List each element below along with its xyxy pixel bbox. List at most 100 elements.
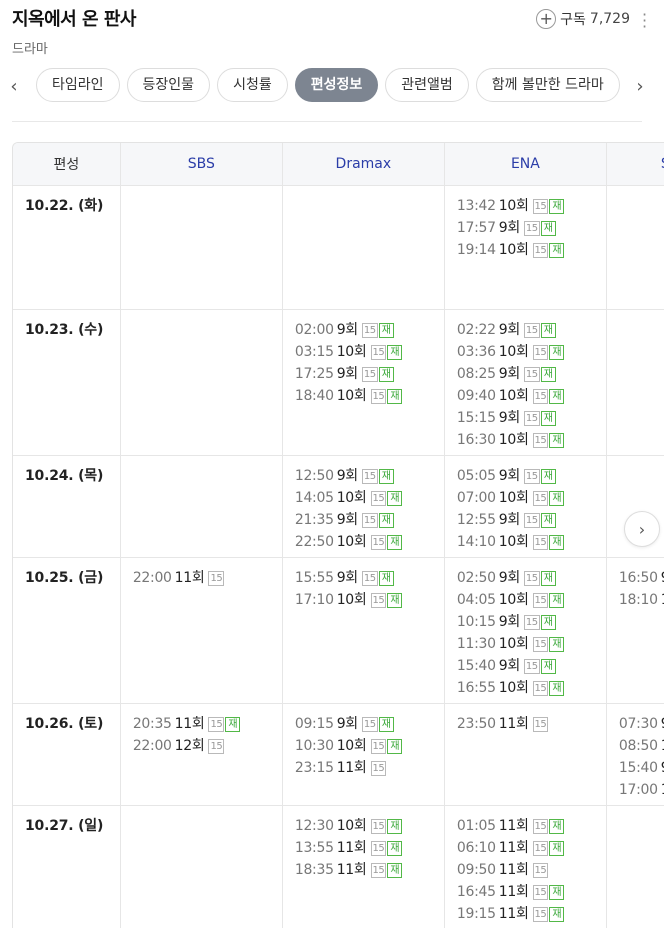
air-time: 19:14 [456, 241, 496, 258]
broadcast-entry: 12:55 9회 15 재 [457, 510, 606, 532]
broadcast-entry: 08:5010회15 [619, 736, 664, 758]
rerun-badge: 재 [225, 716, 241, 732]
date-column-header: 편성 [13, 143, 121, 186]
broadcast-entry: 09:15 9회 15 재 [295, 714, 444, 736]
schedule-cell [120, 455, 283, 558]
episode-number: 9회 [498, 365, 520, 382]
air-time: 01:05 [456, 817, 496, 834]
schedule-cell: 12:50 9회 15 재 14:05 10회 15 재 21:35 9회 15 재 22:50 10회 1… [282, 455, 445, 558]
episode-number: 9회 [336, 467, 358, 484]
air-time: 06:10 [456, 839, 496, 856]
tab-list: 타임라인 등장인물 시청률 편성정보 관련앨범 함께 볼만한 드라마 [36, 68, 628, 104]
age-rating-badge: 15 [532, 490, 549, 506]
tab-item[interactable]: 등장인물 [126, 68, 211, 102]
table-header-row: 편성 SBSDramaxENASBS F!L [13, 143, 664, 186]
rerun-badge: 재 [387, 534, 403, 550]
schedule-cell: 16:509회1518:1010회15 [606, 557, 664, 704]
tab-item[interactable]: 관련앨범 [385, 68, 469, 102]
episode-number: 10회 [336, 533, 367, 550]
genre-label: 드라마 [12, 42, 48, 57]
episode-number: 9회 [498, 467, 520, 484]
air-time: 13:42 [456, 197, 496, 214]
age-rating-badge: 15 [523, 512, 540, 528]
rerun-badge: 재 [540, 322, 556, 338]
episode-number: 9회 [498, 613, 520, 630]
age-rating-badge: 15 [370, 738, 387, 754]
air-time: 16:55 [456, 679, 496, 696]
chevron-right-icon[interactable]: › [630, 76, 650, 97]
rerun-badge: 재 [549, 344, 565, 360]
rerun-badge: 재 [540, 468, 556, 484]
air-time: 16:50 [618, 569, 658, 586]
air-time: 12:30 [294, 817, 334, 834]
age-rating-badge: 15 [532, 344, 549, 360]
table-row: 10.24. (목) 12:50 9회 15 재 14:05 10회 15 재 21:35 9회 15… [13, 455, 664, 558]
air-time: 20:35 [132, 715, 172, 732]
episode-number: 9회 [336, 511, 358, 528]
schedule-table-container[interactable]: 편성 SBSDramaxENASBS F!L 10.22. (화)13:4210… [12, 142, 664, 928]
tab-item[interactable]: 시청률 [217, 68, 288, 102]
broadcast-entry: 15:409회15 [619, 758, 664, 780]
tab-item[interactable]: 함께 볼만한 드라마 [475, 68, 620, 102]
age-rating-badge: 15 [361, 512, 378, 528]
tab-item[interactable]: 편성정보 [294, 68, 379, 102]
age-rating-badge: 15 [532, 242, 549, 258]
air-time: 07:30 [618, 715, 658, 732]
age-rating-badge: 15 [370, 388, 387, 404]
age-rating-badge: 15 [370, 534, 387, 550]
rerun-badge: 재 [549, 242, 565, 258]
age-rating-badge: 15 [523, 468, 540, 484]
schedule-cell: 02:50 9회 15 재 04:05 10회 15 재 10:15 9회 15 재 11:30 10회 1… [444, 557, 607, 704]
rerun-badge: 재 [549, 432, 565, 448]
rerun-badge: 재 [540, 658, 556, 674]
rerun-badge: 재 [549, 490, 565, 506]
broadcast-entry: 07:309회15 [619, 714, 664, 736]
schedule-cell [606, 185, 664, 310]
age-rating-badge: 15 [532, 862, 549, 878]
air-time: 02:50 [456, 569, 496, 586]
broadcast-entry: 15:40 9회 15 재 [457, 656, 606, 678]
subscribe-button[interactable]: + 구독 7,729 [536, 9, 630, 29]
table-row: 10.25. (금) 22:00 11회 15 15:55 9회 15 재 17:10 10회 15… [13, 557, 664, 704]
broadcast-entry: 13:42 10회 15 재 [457, 196, 606, 218]
rerun-badge: 재 [540, 570, 556, 586]
schedule-cell [120, 185, 283, 310]
broadcast-entry: 03:36 10회 15 재 [457, 342, 606, 364]
age-rating-badge: 15 [370, 760, 387, 776]
air-time: 15:40 [456, 657, 496, 674]
schedule-cell: 23:50 11회 15 [444, 703, 607, 806]
schedule-cell: 02:22 9회 15 재 03:36 10회 15 재 08:25 9회 15 재 09:40 10회 1… [444, 309, 607, 456]
chevron-left-icon[interactable]: ‹ [4, 76, 24, 97]
broadcast-entry: 13:55 11회 15 재 [295, 838, 444, 860]
episode-number: 11회 [174, 715, 205, 732]
episode-number: 10회 [498, 635, 529, 652]
broadcast-entry: 16:30 10회 15 재 [457, 430, 606, 452]
air-time: 14:10 [456, 533, 496, 550]
tab-item[interactable]: 타임라인 [36, 68, 120, 102]
broadcast-entry: 05:05 9회 15 재 [457, 466, 606, 488]
air-time: 18:40 [294, 387, 334, 404]
rerun-badge: 재 [378, 512, 394, 528]
date-cell: 10.23. (수) [13, 309, 121, 456]
schedule-cell: 01:05 11회 15 재 06:10 11회 15 재 09:50 11회 15 16:45 11회… [444, 805, 607, 928]
air-time: 10:30 [294, 737, 334, 754]
age-rating-badge: 15 [523, 614, 540, 630]
episode-number: 9회 [336, 365, 358, 382]
schedule-cell: 07:309회1508:5010회1515:409회1517:0010회15 [606, 703, 664, 806]
episode-number: 11회 [498, 839, 529, 856]
more-vertical-icon[interactable]: · · · [642, 7, 647, 35]
schedule-cell: 15:55 9회 15 재 17:10 10회 15 재 [282, 557, 445, 704]
date-cell: 10.24. (목) [13, 455, 121, 558]
schedule-cell [606, 805, 664, 928]
age-rating-badge: 15 [532, 840, 549, 856]
rerun-badge: 재 [549, 198, 565, 214]
age-rating-badge: 15 [532, 636, 549, 652]
channel-header: Dramax [282, 143, 445, 186]
broadcast-entry: 02:50 9회 15 재 [457, 568, 606, 590]
age-rating-badge: 15 [208, 716, 225, 732]
air-time: 13:55 [294, 839, 334, 856]
table-next-button[interactable]: › [624, 511, 660, 547]
episode-number: 9회 [498, 657, 520, 674]
broadcast-entry: 23:15 11회 15 [295, 758, 444, 780]
broadcast-entry: 02:00 9회 15 재 [295, 320, 444, 342]
